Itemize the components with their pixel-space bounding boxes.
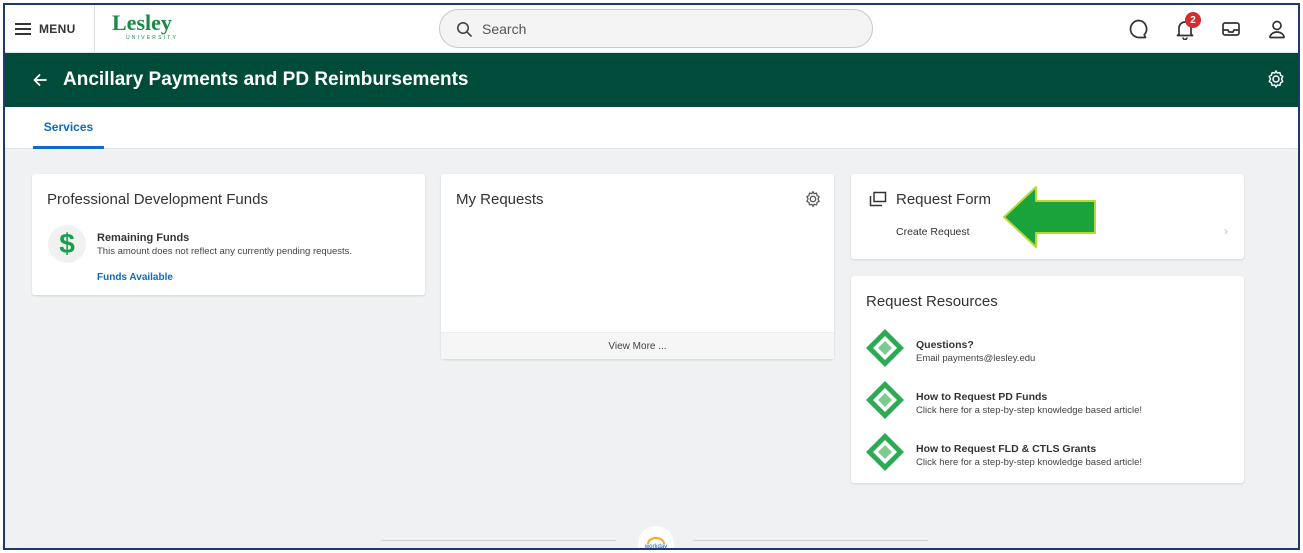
app-window: MENU Lesley UNIVERSITY Search 2 Ancillar… xyxy=(3,3,1300,550)
footer-divider xyxy=(381,540,616,541)
form-window-icon xyxy=(869,191,887,207)
chat-icon[interactable] xyxy=(1126,16,1152,42)
menu-label: MENU xyxy=(39,22,76,36)
request-resources-title: Request Resources xyxy=(866,293,998,310)
footer-divider xyxy=(693,540,928,541)
page-header: Ancillary Payments and PD Reimbursements xyxy=(5,53,1298,107)
search-icon xyxy=(457,21,472,37)
search-input[interactable] xyxy=(482,20,842,37)
resource-title: How to Request FLD & CTLS Grants xyxy=(916,443,1097,455)
tab-services[interactable]: Services xyxy=(33,107,104,149)
notification-badge: 2 xyxy=(1185,12,1201,28)
resource-desc: Click here for a step-by-step knowledge … xyxy=(916,405,1143,416)
top-bar: MENU Lesley UNIVERSITY Search 2 xyxy=(5,5,1298,53)
resource-title: How to Request PD Funds xyxy=(916,391,1048,403)
lesley-diamond-icon xyxy=(866,433,904,471)
page-title: Ancillary Payments and PD Reimbursements xyxy=(63,69,469,90)
top-icons: 2 xyxy=(1126,5,1290,53)
pd-funds-card: Professional Development Funds $ Remaini… xyxy=(32,174,425,295)
gear-icon[interactable] xyxy=(804,190,822,208)
workday-arc-icon xyxy=(647,537,665,544)
lesley-diamond-icon xyxy=(866,381,904,419)
resource-item-questions[interactable]: Questions? Email payments@lesley.edu xyxy=(865,328,1225,368)
resource-desc: Click here for a step-by-step knowledge … xyxy=(916,457,1143,468)
my-requests-title: My Requests xyxy=(456,191,544,208)
hamburger-icon xyxy=(15,23,31,35)
create-request-link[interactable]: Create Request xyxy=(896,226,970,238)
lesley-logo[interactable]: Lesley UNIVERSITY xyxy=(112,11,192,47)
my-requests-card: My Requests View More ... xyxy=(441,174,834,359)
pd-card-title: Professional Development Funds xyxy=(47,191,268,208)
request-form-title: Request Form xyxy=(896,191,992,208)
view-more-button[interactable]: View More ... xyxy=(441,332,834,359)
user-icon[interactable] xyxy=(1264,16,1290,42)
resource-desc: Email payments@lesley.edu xyxy=(916,353,1036,364)
dollar-icon: $ xyxy=(48,225,86,263)
bell-icon[interactable]: 2 xyxy=(1172,12,1201,42)
resource-item-pd-funds[interactable]: How to Request PD Funds Click here for a… xyxy=(865,380,1225,420)
header-gear-icon[interactable] xyxy=(1266,69,1288,91)
logo-name: Lesley xyxy=(112,10,172,35)
request-resources-card: Request Resources Questions? Email payme… xyxy=(851,276,1244,483)
resource-title: Questions? xyxy=(916,339,974,351)
annotation-arrow-icon xyxy=(1003,186,1096,248)
workday-text: workday xyxy=(644,544,668,550)
remaining-funds-desc: This amount does not reflect any current… xyxy=(97,246,353,257)
logo-sub: UNIVERSITY xyxy=(126,35,179,41)
menu-button[interactable]: MENU xyxy=(5,5,95,53)
resource-item-fld-grants[interactable]: How to Request FLD & CTLS Grants Click h… xyxy=(865,432,1225,472)
back-arrow-icon[interactable] xyxy=(29,69,51,91)
tab-bar: Services xyxy=(5,107,1298,149)
inbox-icon[interactable] xyxy=(1218,16,1244,42)
chevron-right-icon[interactable]: › xyxy=(1224,224,1228,238)
search-bar[interactable] xyxy=(439,9,873,48)
lesley-diamond-icon xyxy=(866,329,904,367)
remaining-funds-title: Remaining Funds xyxy=(97,232,190,244)
funds-available-link[interactable]: Funds Available xyxy=(97,272,173,283)
workday-logo: workday xyxy=(638,526,674,550)
